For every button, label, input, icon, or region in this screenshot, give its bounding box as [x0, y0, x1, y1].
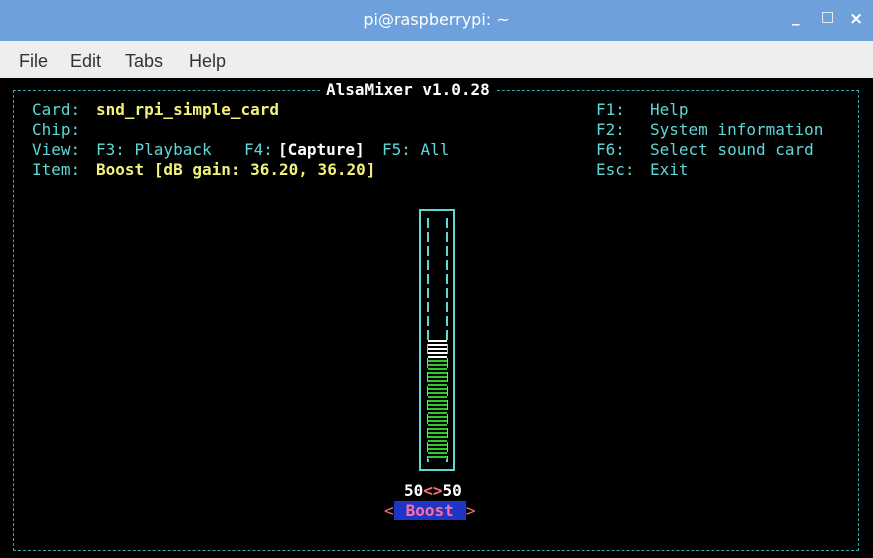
view-playback[interactable]: F3: Playback: [96, 140, 212, 160]
level-left-value: 50: [404, 481, 424, 500]
window-titlebar[interactable]: pi@raspberrypi: ~ _ □ ×: [0, 0, 873, 41]
control-name-selector[interactable]: < Boost >: [384, 501, 475, 521]
help-label-esc: Exit: [650, 160, 689, 179]
help-label-f2: System information: [650, 120, 824, 139]
card-label: Card:: [32, 100, 81, 119]
help-label-f6: Select sound card: [650, 140, 814, 159]
mixer-title: AlsaMixer v1.0.28: [320, 80, 496, 100]
help-label-f1: Help: [650, 100, 689, 119]
right-arrow-icon: >: [465, 501, 476, 520]
chip-label: Chip:: [32, 120, 81, 139]
level-bar: [428, 360, 447, 459]
item-value: Boost [dB gain: 36.20, 36.20]: [96, 160, 376, 179]
item-label: Item:: [32, 160, 81, 179]
level-separator: <>: [423, 481, 443, 500]
view-capture-key[interactable]: F4:: [244, 140, 273, 160]
close-icon[interactable]: ×: [849, 9, 863, 29]
level-peak-segment: [428, 340, 447, 360]
view-all[interactable]: F5: All: [382, 140, 449, 160]
level-readout: 50<>50: [404, 481, 462, 501]
menu-help[interactable]: Help: [189, 51, 226, 72]
maximize-icon[interactable]: □: [821, 9, 834, 25]
card-value: snd_rpi_simple_card: [96, 100, 280, 119]
view-capture[interactable]: [Capture]: [278, 140, 365, 160]
help-key-f6[interactable]: F6:: [596, 140, 625, 160]
menu-tabs[interactable]: Tabs: [125, 51, 163, 72]
view-label: View:: [32, 140, 81, 159]
menu-file[interactable]: File: [19, 51, 48, 72]
menu-bar: File Edit Tabs Help: [0, 41, 873, 79]
minimize-icon[interactable]: _: [792, 8, 800, 26]
control-name-label[interactable]: Boost: [393, 501, 466, 520]
help-key-f1[interactable]: F1:: [596, 100, 625, 120]
menu-edit[interactable]: Edit: [70, 51, 101, 72]
left-arrow-icon: <: [384, 501, 394, 520]
help-key-esc[interactable]: Esc:: [596, 160, 635, 180]
window-title: pi@raspberrypi: ~: [363, 10, 510, 29]
level-right-value: 50: [442, 481, 462, 500]
help-key-f2[interactable]: F2:: [596, 120, 625, 140]
terminal-area[interactable]: AlsaMixer v1.0.28 Card: snd_rpi_simple_c…: [0, 78, 873, 558]
